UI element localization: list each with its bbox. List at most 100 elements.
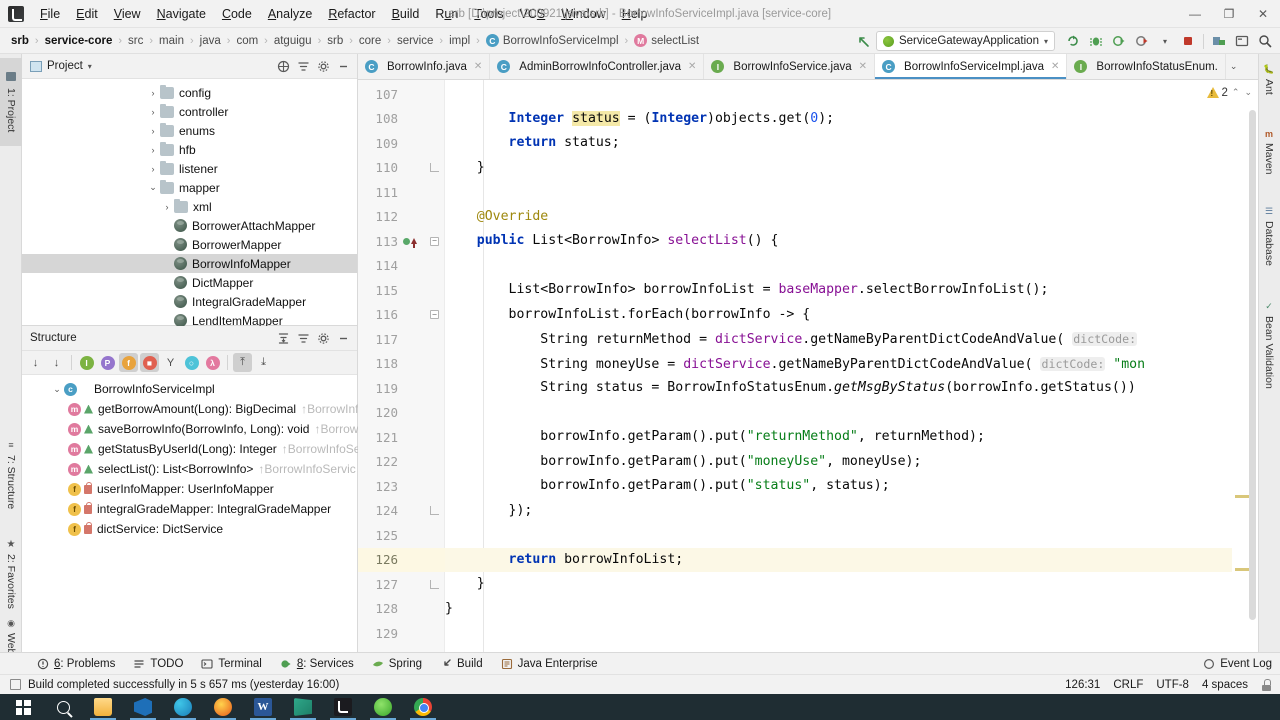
sort-alphabetically-icon[interactable]: ↓ — [47, 353, 66, 372]
code-line-123[interactable]: borrowInfo.getParam().put("status", stat… — [445, 474, 1232, 499]
search-button[interactable] — [44, 694, 82, 720]
show-properties-icon[interactable]: P — [98, 353, 117, 372]
gutter-line-118[interactable]: 118 — [358, 352, 445, 377]
tab-overflow-chevron-icon[interactable]: ⌄ — [1226, 54, 1242, 79]
line-separator[interactable]: CRLF — [1113, 679, 1143, 691]
maximize-button[interactable]: ❐ — [1212, 0, 1246, 28]
code-line-113[interactable]: public List<BorrowInfo> selectList() { — [445, 229, 1232, 254]
tree-item-hfb[interactable]: › hfb — [22, 140, 357, 159]
tree-item-mapper[interactable]: ⌄ mapper — [22, 178, 357, 197]
chevron-down-icon[interactable]: ⌄ — [50, 384, 64, 395]
tool-window-6-problems[interactable]: 6: Problems — [28, 656, 124, 672]
chrome-browser[interactable] — [404, 694, 442, 720]
menu-navigate[interactable]: Navigate — [149, 4, 214, 24]
indent-setting[interactable]: 4 spaces — [1202, 679, 1248, 691]
gutter-line-110[interactable]: 110 — [358, 156, 445, 181]
code-text[interactable]: Integer status = (Integer)objects.get(0)… — [445, 80, 1232, 652]
gutter-line-108[interactable]: 108 — [358, 107, 445, 132]
structure-item[interactable]: m saveBorrowInfo(BorrowInfo, Long): void ↑… — [22, 419, 358, 439]
start-button[interactable] — [4, 694, 42, 720]
editor-tab-borrowinfoservice-java[interactable]: I BorrowInfoService.java ✕ — [704, 54, 876, 79]
code-line-109[interactable]: return status; — [445, 131, 1232, 156]
menu-view[interactable]: View — [106, 4, 149, 24]
code-line-112[interactable]: @Override — [445, 205, 1232, 230]
caret-position[interactable]: 126:31 — [1065, 679, 1100, 691]
fold-region-end-icon[interactable] — [430, 163, 439, 173]
sidebar-tab-1-project[interactable]: 1: Project — [0, 58, 22, 146]
structure-item[interactable]: m getBorrowAmount(Long): BigDecimal ↑Borro… — [22, 399, 358, 419]
code-line-127[interactable]: } — [445, 572, 1232, 597]
show-lambdas-icon[interactable]: λ — [203, 353, 222, 372]
menu-file[interactable]: File — [32, 4, 68, 24]
code-line-124[interactable]: }); — [445, 499, 1232, 524]
editor-scrollbar-thumb[interactable] — [1249, 110, 1256, 620]
breadcrumb-item-main[interactable]: main — [154, 33, 189, 49]
structure-item[interactable]: ⌄ c BorrowInfoServiceImpl — [22, 379, 357, 399]
code-line-119[interactable]: String status = BorrowInfoStatusEnum.get… — [445, 376, 1232, 401]
close-button[interactable]: ✕ — [1246, 0, 1280, 28]
sidebar-tab-2-favorites[interactable]: ★ 2: Favorites — [0, 524, 22, 624]
structure-item[interactable]: m selectList(): List<BorrowInfo> ↑BorrowIn… — [22, 459, 357, 479]
read-only-lock-icon[interactable] — [1261, 678, 1272, 691]
tree-item-borrowerattachmapper[interactable]: BorrowerAttachMapper — [22, 216, 357, 235]
tree-item-enums[interactable]: › enums — [22, 121, 357, 140]
sidebar-tab-bean-validation[interactable]: ✓ Bean Validation — [1258, 286, 1280, 403]
settings-gear-icon[interactable] — [313, 328, 333, 348]
collapse-all-icon[interactable] — [293, 328, 313, 348]
word[interactable]: W — [244, 694, 282, 720]
edge-browser[interactable] — [164, 694, 202, 720]
gutter-line-116[interactable]: 116 − — [358, 303, 445, 328]
code-line-129[interactable] — [445, 621, 1232, 646]
tree-item-dictmapper[interactable]: DictMapper — [22, 273, 357, 292]
build-project-icon[interactable] — [1062, 30, 1084, 52]
breadcrumb-item-service-core[interactable]: service-core — [40, 33, 118, 49]
tree-item-borrowermapper[interactable]: BorrowerMapper — [22, 235, 357, 254]
gutter-line-117[interactable]: 117 — [358, 327, 445, 352]
close-tab-icon[interactable]: ✕ — [1051, 61, 1059, 72]
breadcrumb-item-java[interactable]: java — [195, 33, 226, 49]
code-line-108[interactable]: Integer status = (Integer)objects.get(0)… — [445, 107, 1232, 132]
show-anonymous-icon[interactable]: Y — [161, 353, 180, 372]
menu-refactor[interactable]: Refactor — [320, 4, 383, 24]
menu-code[interactable]: Code — [214, 4, 260, 24]
gutter-line-126[interactable]: 126 — [358, 547, 445, 572]
coverage-dropdown-icon[interactable]: ▾ — [1154, 30, 1176, 52]
next-problem-icon[interactable]: ⌄ — [1243, 87, 1253, 98]
tool-window-build[interactable]: Build — [431, 656, 492, 672]
breadcrumb-item-selectlist[interactable]: MselectList — [629, 32, 704, 49]
hide-panel-icon[interactable] — [333, 56, 353, 76]
run-icon[interactable] — [1108, 30, 1130, 52]
gutter-line-113[interactable]: 113 − — [358, 229, 445, 254]
autoscroll-from-source-icon[interactable]: ⤓ — [254, 353, 273, 372]
wechat[interactable] — [364, 694, 402, 720]
warning-marker[interactable] — [1235, 495, 1249, 498]
breadcrumb-item-srb[interactable]: srb — [6, 33, 34, 49]
hide-panel-icon[interactable] — [333, 328, 353, 348]
editor-tab-adminborrowinfocontroller-java[interactable]: C AdminBorrowInfoController.java ✕ — [490, 54, 705, 79]
chevron-right-icon[interactable]: › — [146, 164, 160, 174]
tool-window-todo[interactable]: TODO — [124, 656, 192, 672]
gutter-line-129[interactable]: 129 — [358, 621, 445, 646]
close-tab-icon[interactable]: ✕ — [859, 61, 867, 72]
search-everywhere-icon[interactable] — [1254, 30, 1276, 52]
gutter-line-125[interactable]: 125 — [358, 523, 445, 548]
tool-window-java-enterprise[interactable]: Java Enterprise — [492, 656, 607, 672]
minimize-button[interactable]: — — [1178, 0, 1212, 28]
debug-icon[interactable] — [1085, 30, 1107, 52]
gutter-line-112[interactable]: 112 — [358, 205, 445, 230]
chevron-right-icon[interactable]: › — [146, 88, 160, 98]
close-tab-icon[interactable]: ✕ — [688, 61, 696, 72]
collapse-all-icon[interactable] — [293, 56, 313, 76]
sidebar-tab-database[interactable]: ☰ Database — [1258, 199, 1280, 273]
chevron-right-icon[interactable]: › — [160, 202, 174, 212]
sidebar-tab-maven[interactable]: m Maven — [1258, 124, 1280, 179]
update-project-icon[interactable] — [1208, 30, 1230, 52]
code-line-110[interactable]: } — [445, 156, 1232, 181]
run-configuration-selector[interactable]: ServiceGatewayApplication ▾ — [875, 31, 1055, 51]
inspection-status[interactable]: 2 ⌃ ⌄ — [1158, 80, 1258, 105]
fold-expanded-icon[interactable]: − — [430, 236, 439, 246]
breadcrumb-item-borrowinfoserviceimpl[interactable]: C BorrowInfoServiceImpl — [481, 32, 624, 49]
fold-expanded-icon[interactable]: − — [430, 310, 439, 320]
code-line-125[interactable] — [445, 523, 1232, 548]
code-line-122[interactable]: borrowInfo.getParam().put("moneyUse", mo… — [445, 450, 1232, 475]
